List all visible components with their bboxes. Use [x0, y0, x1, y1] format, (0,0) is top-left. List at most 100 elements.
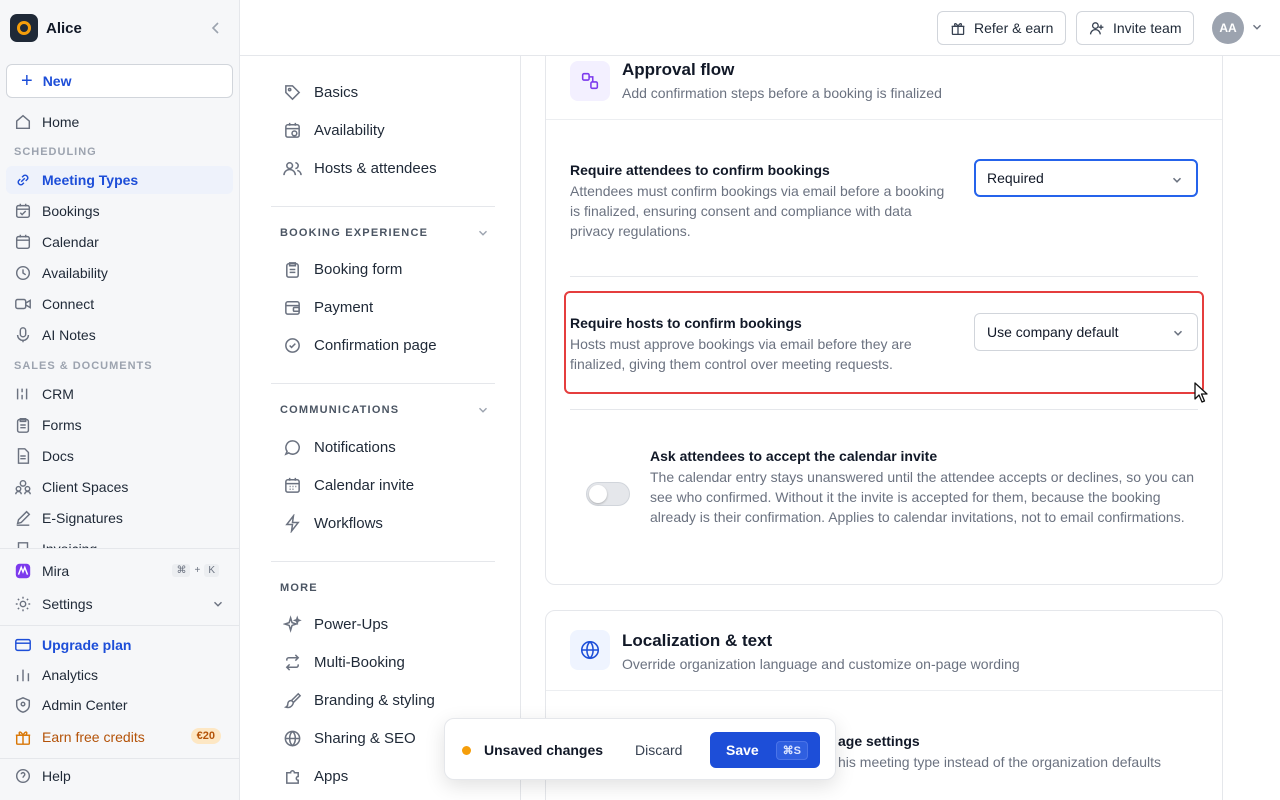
settings-nav-power-ups[interactable]: Power-Ups	[283, 609, 493, 639]
chevron-down-icon[interactable]	[1250, 20, 1264, 34]
accept-invite-description: The calendar entry stays unanswered unti…	[650, 469, 1194, 525]
save-label: Save	[726, 742, 759, 758]
sidebar-item-label: Upgrade plan	[42, 637, 132, 653]
refer-earn-button[interactable]: Refer & earn	[937, 11, 1067, 45]
video-icon	[15, 298, 31, 310]
refer-earn-label: Refer & earn	[974, 20, 1054, 36]
settings-nav-hosts-attendees[interactable]: Hosts & attendees	[283, 153, 493, 183]
row-divider	[570, 409, 1198, 410]
users-icon	[15, 479, 31, 495]
sidebar-item-forms[interactable]: Forms	[6, 411, 233, 439]
shield-icon	[15, 697, 31, 713]
settings-nav-label: Workflows	[314, 514, 383, 532]
row-divider	[570, 276, 1198, 277]
meeting-type-settings-nav: Basics Availability Hosts & attendees BO…	[241, 56, 521, 800]
hosts-confirm-select[interactable]: Use company default	[974, 313, 1198, 351]
settings-nav-divider	[271, 383, 495, 384]
sidebar-item-label: Client Spaces	[42, 479, 129, 495]
localization-title: Localization & text	[622, 631, 773, 650]
unsaved-indicator-dot	[462, 746, 471, 755]
sidebar-item-label: Admin Center	[42, 697, 128, 713]
chevron-down-icon	[1172, 177, 1182, 183]
globe-icon	[284, 730, 301, 747]
sidebar-item-label: Earn free credits	[42, 729, 145, 745]
discard-button[interactable]: Discard	[635, 742, 682, 758]
settings-nav-notifications[interactable]: Notifications	[283, 432, 493, 462]
sidebar-item-availability[interactable]: Availability	[6, 259, 233, 287]
paint-brush-icon	[283, 692, 302, 708]
sidebar-item-ai-notes[interactable]: AI Notes	[6, 321, 233, 349]
sidebar-item-connect[interactable]: Connect	[6, 290, 233, 318]
sidebar-item-settings[interactable]: Settings	[6, 590, 233, 618]
mira-icon	[15, 563, 31, 579]
sidebar-item-label: Mira	[42, 563, 70, 579]
settings-nav-label: Booking form	[314, 260, 403, 278]
language-settings-description: his meeting type instead of the organiza…	[838, 754, 1161, 770]
sidebar-item-bookings[interactable]: Bookings	[6, 197, 233, 225]
sidebar-item-mira[interactable]: Mira ⌘ + K	[6, 557, 233, 585]
gear-icon	[15, 596, 31, 612]
settings-nav-calendar-invite[interactable]: Calendar invite	[283, 470, 493, 500]
sidebar-item-invoicing[interactable]: Invoicing	[6, 535, 233, 549]
accept-invite-toggle[interactable]	[586, 482, 630, 506]
plus-icon: +	[21, 70, 33, 92]
sidebar-item-label: Bookings	[42, 203, 100, 219]
sidebar-item-client-spaces[interactable]: Client Spaces	[6, 473, 233, 501]
settings-nav-confirmation-page[interactable]: Confirmation page	[283, 330, 493, 360]
settings-nav-label: Availability	[314, 121, 385, 139]
globe-icon	[570, 630, 610, 670]
invite-team-button[interactable]: Invite team	[1076, 11, 1195, 45]
sidebar-item-calendar[interactable]: Calendar	[6, 228, 233, 256]
workspace-name: Alice	[46, 19, 82, 37]
unsaved-label: Unsaved changes	[484, 742, 604, 758]
settings-section-communications[interactable]: COMMUNICATIONS	[280, 404, 490, 416]
sidebar-item-crm[interactable]: CRM	[6, 380, 233, 408]
settings-nav-branding[interactable]: Branding & styling	[283, 685, 493, 715]
sidebar-item-label: Meeting Types	[42, 172, 139, 188]
settings-section-more: MORE	[280, 582, 318, 594]
localization-subtitle: Override organization language and custo…	[622, 656, 1020, 672]
chat-bubble-icon	[284, 439, 300, 456]
gift-icon	[15, 731, 31, 745]
settings-nav-workflows[interactable]: Workflows	[283, 508, 493, 538]
settings-nav-label: Payment	[314, 298, 374, 316]
workspace-switcher[interactable]: Alice	[10, 14, 230, 42]
save-button[interactable]: Save ⌘S	[710, 732, 820, 768]
settings-nav-multi-booking[interactable]: Multi-Booking	[283, 647, 493, 677]
settings-nav-divider	[271, 206, 495, 207]
settings-section-booking-experience[interactable]: BOOKING EXPERIENCE	[280, 227, 490, 239]
sidebar-divider	[0, 758, 240, 759]
sidebar-item-home[interactable]: Home	[6, 108, 233, 136]
chevron-down-icon	[479, 407, 487, 413]
new-button-label: New	[42, 73, 72, 89]
sidebar-item-admin-center[interactable]: Admin Center	[6, 691, 233, 719]
wallet-icon	[285, 300, 300, 315]
settings-nav-payment[interactable]: Payment	[283, 292, 493, 322]
users-icon	[283, 161, 302, 175]
credit-badge: €20	[190, 728, 221, 744]
sidebar-item-docs[interactable]: Docs	[6, 442, 233, 470]
microphone-icon	[16, 327, 30, 343]
document-icon	[17, 448, 30, 464]
bar-chart-icon	[16, 669, 30, 682]
settings-nav-availability[interactable]: Availability	[283, 115, 493, 145]
calendar-clock-icon	[285, 122, 300, 138]
workspace-logo-icon	[10, 14, 38, 42]
calendar-icon	[285, 477, 300, 493]
settings-nav-basics[interactable]: Basics	[283, 77, 493, 107]
settings-nav-label: Multi-Booking	[314, 653, 405, 671]
sidebar-item-meeting-types[interactable]: Meeting Types	[6, 166, 233, 194]
sidebar-item-label: Analytics	[42, 667, 99, 683]
sidebar-item-upgrade-plan[interactable]: Upgrade plan	[6, 631, 233, 659]
sidebar-item-e-signatures[interactable]: E-Signatures	[6, 504, 233, 532]
sidebar-item-analytics[interactable]: Analytics	[6, 661, 233, 689]
sidebar-item-label: Connect	[42, 296, 95, 312]
attendees-confirm-select[interactable]: Required	[974, 159, 1198, 197]
new-button[interactable]: + New	[6, 64, 233, 98]
sidebar-item-earn-credits[interactable]: Earn free credits €20	[6, 723, 233, 751]
avatar[interactable]: AA	[1212, 12, 1244, 44]
collapse-sidebar-icon[interactable]	[208, 20, 224, 36]
sidebar-section-scheduling: SCHEDULING	[14, 146, 97, 158]
sidebar-item-help[interactable]: Help	[6, 762, 233, 790]
settings-nav-booking-form[interactable]: Booking form	[283, 254, 493, 284]
